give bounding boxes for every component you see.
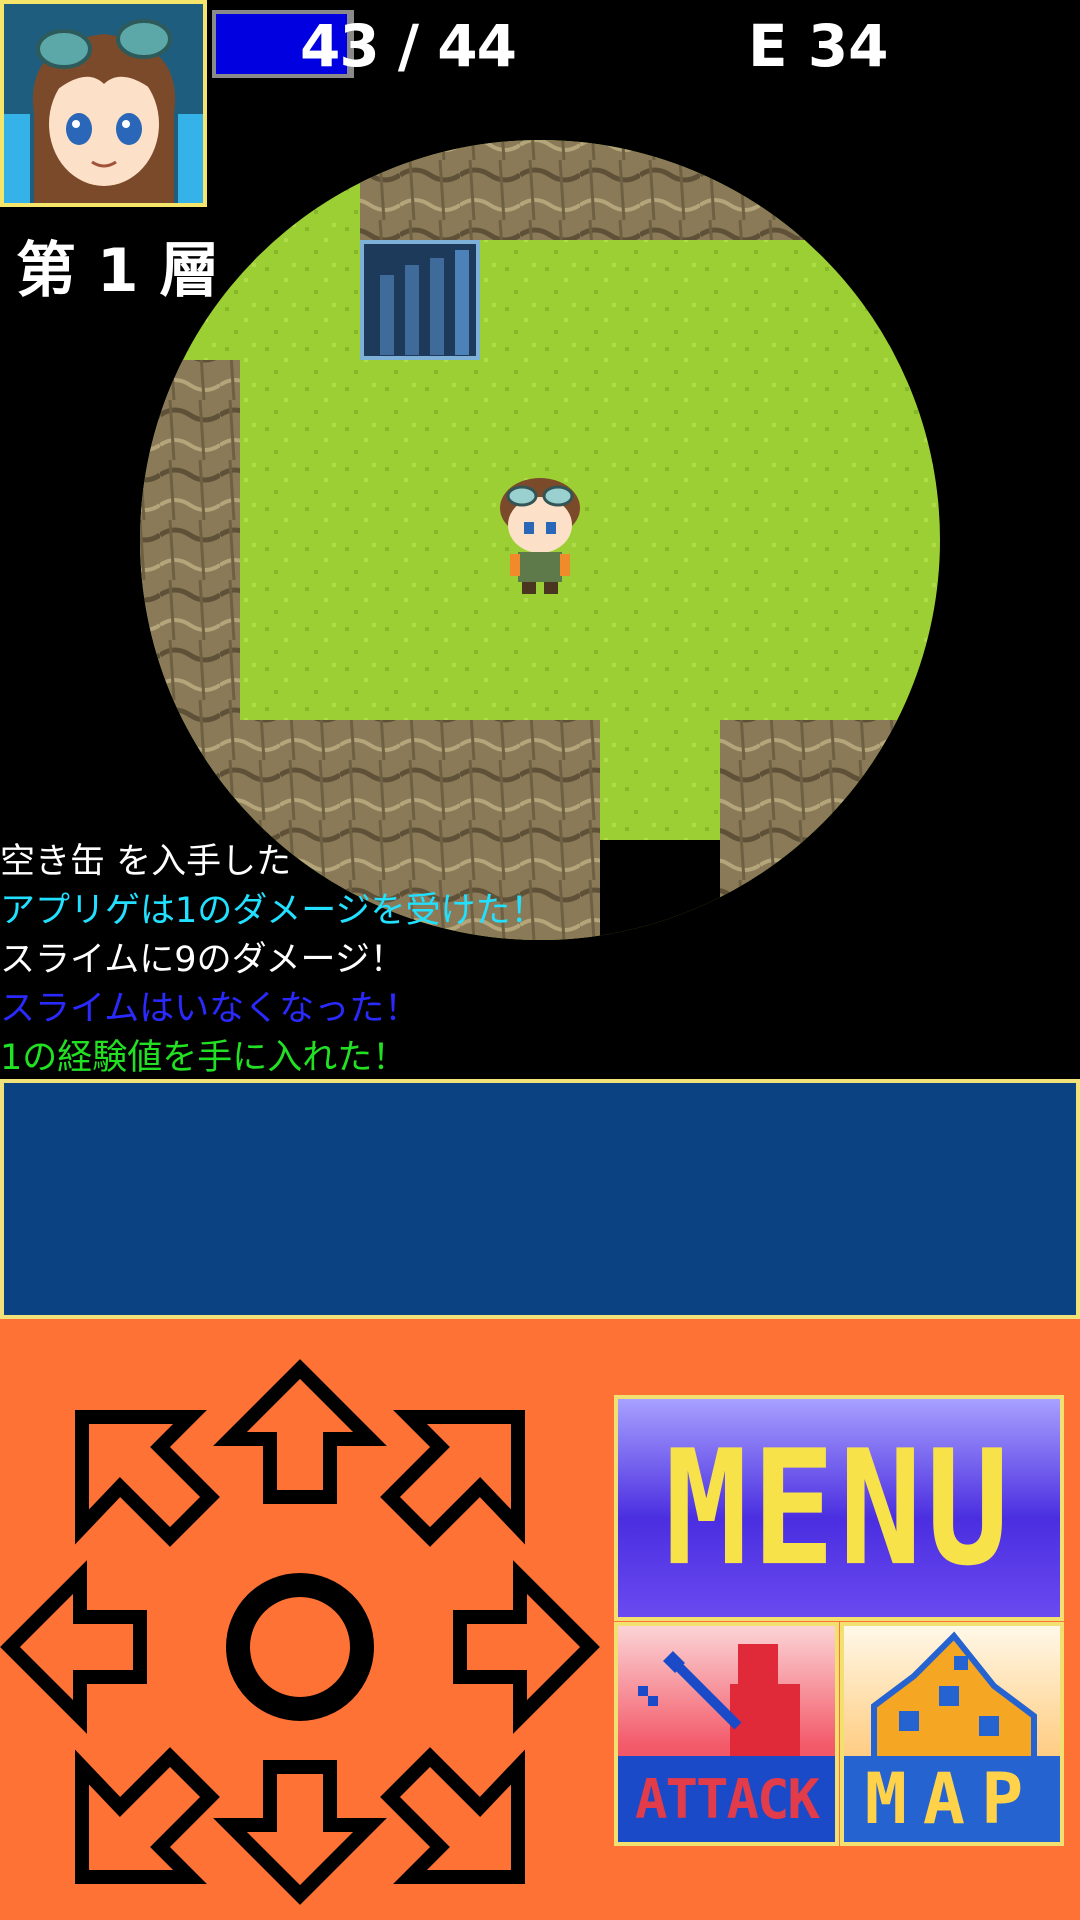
direction-pad[interactable]	[0, 1347, 600, 1917]
arrow-left-icon[interactable]	[0, 1560, 147, 1734]
arrow-down-icon[interactable]	[213, 1760, 387, 1905]
arrow-diagonal-icon[interactable]	[75, 1747, 220, 1884]
attack-button-label: ATTACK	[618, 1756, 835, 1842]
rock-wall	[360, 140, 840, 240]
log-line: アプリゲは1のダメージを受けた！	[0, 891, 546, 931]
arrow-diagonal-icon[interactable]	[75, 1410, 220, 1547]
message-log: 空き缶 を入手した アプリゲは1のダメージを受けた！ スライムに9のダメージ！ …	[0, 838, 1080, 1083]
log-line: 1の経験値を手に入れた！	[0, 1038, 408, 1078]
log-line: 空き缶 を入手した	[0, 842, 292, 882]
attack-button[interactable]: ATTACK	[614, 1622, 839, 1846]
arrow-diagonal-icon[interactable]	[380, 1747, 525, 1884]
arrow-up-icon[interactable]	[213, 1359, 387, 1504]
arrow-diagonal-icon[interactable]	[380, 1410, 525, 1547]
menu-button-label: MENU	[664, 1415, 1014, 1601]
circle-center-icon[interactable]	[226, 1573, 374, 1721]
rock-wall	[140, 360, 240, 720]
sword-knight-icon	[638, 1644, 800, 1766]
map-button-label: MAP	[844, 1756, 1060, 1842]
stairs-icon	[360, 240, 480, 360]
log-line: スライムに9のダメージ！	[0, 940, 405, 980]
message-window	[0, 1079, 1080, 1319]
log-line: スライムはいなくなった！	[0, 989, 420, 1029]
arrow-right-icon[interactable]	[453, 1560, 600, 1734]
map-castle-icon	[871, 1631, 1037, 1766]
control-panel: MENU ATTACK MAP	[0, 1319, 1080, 1920]
menu-button[interactable]: MENU	[614, 1395, 1064, 1621]
hp-text: 43 / 44	[300, 12, 517, 80]
map-button[interactable]: MAP	[840, 1622, 1064, 1846]
energy-counter: E 34	[748, 12, 889, 80]
